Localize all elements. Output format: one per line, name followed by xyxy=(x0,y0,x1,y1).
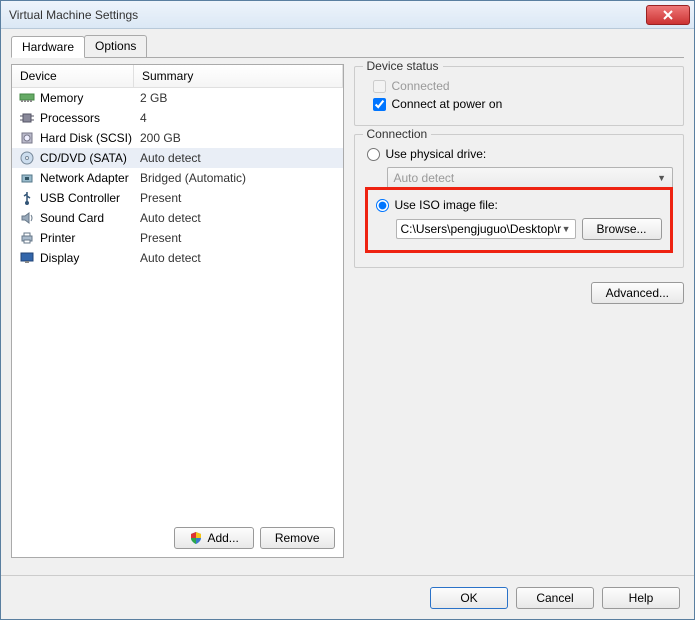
close-button[interactable] xyxy=(646,5,690,25)
use-iso-row[interactable]: Use ISO image file: xyxy=(374,196,665,214)
device-name: Sound Card xyxy=(40,211,140,225)
connected-label: Connected xyxy=(392,79,450,93)
device-summary: Present xyxy=(140,191,339,205)
vm-settings-window: Virtual Machine Settings Hardware Option… xyxy=(0,0,695,620)
tab-options[interactable]: Options xyxy=(84,35,147,57)
device-summary: 2 GB xyxy=(140,91,339,105)
device-row-cd[interactable]: CD/DVD (SATA)Auto detect xyxy=(12,148,343,168)
device-row-memory[interactable]: Memory2 GB xyxy=(12,88,343,108)
cancel-button[interactable]: Cancel xyxy=(516,587,594,609)
device-summary: Auto detect xyxy=(140,151,339,165)
device-name: Display xyxy=(40,251,140,265)
add-button[interactable]: Add... xyxy=(174,527,253,549)
column-headers: Device Summary xyxy=(12,65,343,88)
chevron-down-icon: ▼ xyxy=(657,173,666,183)
device-status-title: Device status xyxy=(363,59,443,73)
connection-group: Connection Use physical drive: Auto dete… xyxy=(354,134,685,268)
device-row-net[interactable]: Network AdapterBridged (Automatic) xyxy=(12,168,343,188)
sound-icon xyxy=(18,210,36,226)
connected-checkbox xyxy=(373,80,386,93)
device-name: Hard Disk (SCSI) xyxy=(40,131,140,145)
chevron-down-icon: ▼ xyxy=(562,224,571,234)
use-physical-row[interactable]: Use physical drive: xyxy=(365,145,674,163)
device-status-group: Device status Connected Connect at power… xyxy=(354,66,685,126)
iso-path-combo[interactable]: C:\Users\pengjuguo\Desktop\rhel-s ▼ xyxy=(396,219,576,239)
connect-poweron-checkbox[interactable] xyxy=(373,98,386,111)
device-list-panel: Device Summary Memory2 GBProcessors4Hard… xyxy=(11,64,344,558)
display-icon xyxy=(18,250,36,266)
iso-sub: C:\Users\pengjuguo\Desktop\rhel-s ▼ Brow… xyxy=(396,218,665,240)
iso-path-value: C:\Users\pengjuguo\Desktop\rhel-s xyxy=(401,222,562,236)
window-title: Virtual Machine Settings xyxy=(9,8,138,22)
device-name: Processors xyxy=(40,111,140,125)
device-summary: Bridged (Automatic) xyxy=(140,171,339,185)
cd-icon xyxy=(18,150,36,166)
printer-icon xyxy=(18,230,36,246)
connection-title: Connection xyxy=(363,127,432,141)
ok-button[interactable]: OK xyxy=(430,587,508,609)
help-button[interactable]: Help xyxy=(602,587,680,609)
device-row-sound[interactable]: Sound CardAuto detect xyxy=(12,208,343,228)
device-row-printer[interactable]: PrinterPresent xyxy=(12,228,343,248)
use-physical-radio[interactable] xyxy=(367,148,380,161)
use-iso-radio[interactable] xyxy=(376,199,389,212)
device-summary: Present xyxy=(140,231,339,245)
use-physical-label: Use physical drive: xyxy=(386,147,487,161)
col-device[interactable]: Device xyxy=(12,65,134,87)
details-panel: Device status Connected Connect at power… xyxy=(354,64,685,558)
net-icon xyxy=(18,170,36,186)
device-row-cpu[interactable]: Processors4 xyxy=(12,108,343,128)
col-summary[interactable]: Summary xyxy=(134,65,343,87)
physical-drive-value: Auto detect xyxy=(394,171,455,185)
device-name: Memory xyxy=(40,91,140,105)
advanced-row: Advanced... xyxy=(354,282,685,304)
device-row-usb[interactable]: USB ControllerPresent xyxy=(12,188,343,208)
physical-sub: Auto detect ▼ xyxy=(387,167,674,189)
device-summary: 4 xyxy=(140,111,339,125)
device-summary: Auto detect xyxy=(140,211,339,225)
cpu-icon xyxy=(18,110,36,126)
footer: OK Cancel Help xyxy=(1,575,694,619)
physical-drive-combo: Auto detect ▼ xyxy=(387,167,674,189)
usb-icon xyxy=(18,190,36,206)
remove-button[interactable]: Remove xyxy=(260,527,335,549)
shield-icon xyxy=(189,531,203,545)
memory-icon xyxy=(18,90,36,106)
titlebar: Virtual Machine Settings xyxy=(1,1,694,29)
connect-poweron-row[interactable]: Connect at power on xyxy=(365,95,674,113)
connect-poweron-label: Connect at power on xyxy=(392,97,503,111)
connected-row[interactable]: Connected xyxy=(365,77,674,95)
advanced-button[interactable]: Advanced... xyxy=(591,282,684,304)
tab-bar: Hardware Options xyxy=(1,29,694,58)
device-name: USB Controller xyxy=(40,191,140,205)
device-row-hdd[interactable]: Hard Disk (SCSI)200 GB xyxy=(12,128,343,148)
add-label: Add... xyxy=(207,531,238,545)
device-list[interactable]: Memory2 GBProcessors4Hard Disk (SCSI)200… xyxy=(12,88,343,557)
device-row-display[interactable]: DisplayAuto detect xyxy=(12,248,343,268)
device-name: Printer xyxy=(40,231,140,245)
device-name: CD/DVD (SATA) xyxy=(40,151,140,165)
device-name: Network Adapter xyxy=(40,171,140,185)
use-iso-label: Use ISO image file: xyxy=(395,198,498,212)
browse-button[interactable]: Browse... xyxy=(582,218,662,240)
device-summary: Auto detect xyxy=(140,251,339,265)
hdd-icon xyxy=(18,130,36,146)
highlight-frame: Use ISO image file: C:\Users\pengjuguo\D… xyxy=(365,187,674,253)
device-summary: 200 GB xyxy=(140,131,339,145)
close-icon xyxy=(663,10,673,20)
tab-hardware[interactable]: Hardware xyxy=(11,36,85,58)
